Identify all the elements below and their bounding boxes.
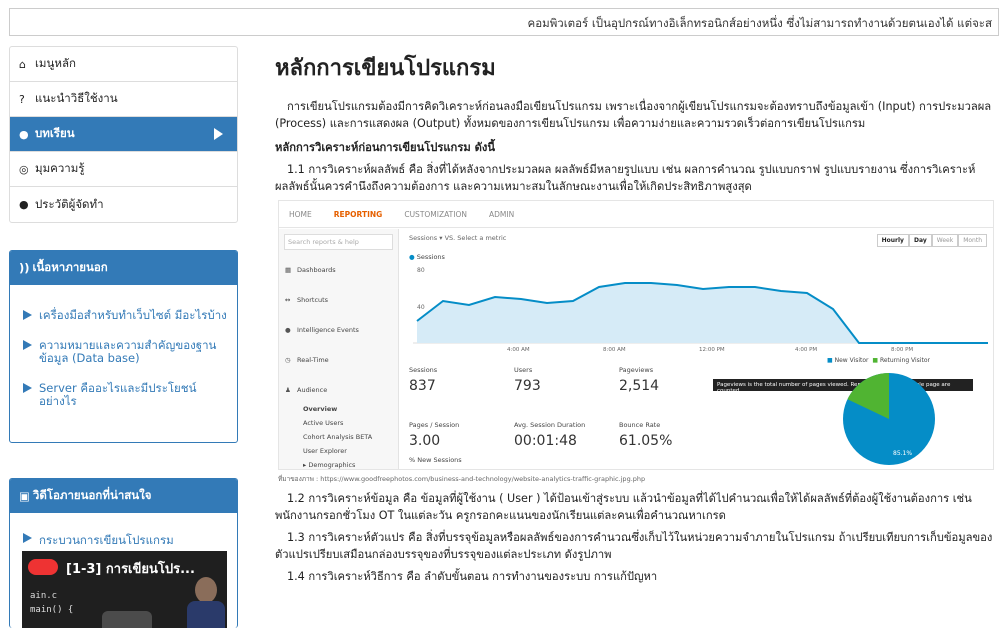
sidebar-item-knowledge[interactable]: ◎ มุมความรู้ bbox=[10, 152, 237, 187]
user-icon: ● bbox=[19, 127, 29, 141]
metric-users: Users 793 bbox=[514, 366, 541, 394]
external-link-label: เครื่องมือสำหรับทำเว็บไซต์ มีอะไรบ้าง bbox=[39, 308, 227, 322]
analytics-side-item: ↔ Shortcuts bbox=[285, 296, 329, 304]
y-tick: 80 bbox=[417, 267, 425, 274]
panel-header: ▣ วิดีโอภายนอกที่น่าสนใจ bbox=[10, 479, 237, 513]
home-icon: ⌂ bbox=[19, 57, 26, 71]
analytics-side-item: ◷ Real-Time bbox=[285, 356, 329, 364]
analytics-side-item: ♟ Audience bbox=[285, 386, 328, 394]
analytics-side-item: ● Intelligence Events bbox=[285, 326, 359, 334]
presenter-avatar bbox=[195, 577, 217, 603]
sidebar-item-label: มุมความรู้ bbox=[35, 161, 85, 175]
x-tick: 8:00 PM bbox=[891, 347, 913, 353]
paragraph-1-2: 1.2 การวิเคราะห์ข้อมูล คือ ข้อมูลที่ผู้ใ… bbox=[275, 492, 972, 522]
tab-admin: ADMIN bbox=[488, 209, 515, 219]
question-circle-icon: ? bbox=[19, 92, 25, 106]
video-title: [1-3] การเขียนโปร... bbox=[66, 562, 195, 577]
analytics-screenshot: HOME REPORTING CUSTOMIZATION ADMIN Searc… bbox=[278, 200, 994, 470]
sessions-line-chart: 80 40 4:00 AM 8:00 AM 12:00 PM 4:00 PM 8… bbox=[413, 267, 988, 353]
analytics-sub-item: Overview bbox=[303, 405, 338, 413]
user-icon: ● bbox=[19, 198, 29, 211]
paragraph-1-1: 1.1 การวิเคราะห์ผลลัพธ์ คือ สิ่งที่ได้หล… bbox=[275, 163, 976, 193]
video-link[interactable]: กระบวนการเขียนโปรแกรม bbox=[22, 532, 227, 550]
tab-customization: CUSTOMIZATION bbox=[404, 209, 467, 219]
pie-legend: ■ New Visitor ■ Returning Visitor bbox=[827, 357, 930, 364]
metric-pageviews: Pageviews 2,514 bbox=[619, 366, 660, 394]
videos-panel: ▣ วิดีโอภายนอกที่น่าสนใจ กระบวนการเขียนโ… bbox=[9, 478, 238, 628]
triangle-right-icon bbox=[23, 340, 32, 350]
page-title: หลักการเขียนโปรแกรม bbox=[275, 56, 496, 81]
analytics-search: Search reports & help bbox=[284, 234, 393, 250]
presenter-body bbox=[187, 601, 225, 628]
metric-bounce-rate: Bounce Rate 61.05% bbox=[619, 421, 673, 449]
triangle-right-icon bbox=[23, 383, 32, 393]
main-content: หลักการเขียนโปรแกรม การเขียนโปรแกรมต้องม… bbox=[275, 50, 995, 195]
analytics-side-item: ▦ Dashboards bbox=[285, 266, 336, 274]
metric-avg-duration: Avg. Session Duration 00:01:48 bbox=[514, 421, 586, 449]
analytics-sub-item: User Explorer bbox=[303, 447, 347, 455]
target-icon: ◎ bbox=[19, 162, 29, 176]
sidebar-item-home[interactable]: ⌂ เมนูหลัก bbox=[10, 47, 237, 82]
external-content-panel: )) เนื้อหาภายนอก เครื่องมือสำหรับทำเว็บไ… bbox=[9, 250, 238, 443]
x-tick: 12:00 PM bbox=[699, 347, 725, 353]
panel-title: เนื้อหาภายนอก bbox=[32, 260, 108, 274]
y-tick: 40 bbox=[417, 304, 425, 311]
paragraph-1-4: 1.4 การวิเคราะห์วิธีการ คือ ลำดับขั้นตอน… bbox=[287, 570, 658, 583]
line-legend: ● Sessions bbox=[409, 253, 445, 261]
sessions-area bbox=[417, 283, 988, 343]
sidebar-item-lessons[interactable]: ● บทเรียน bbox=[10, 117, 237, 152]
metric-pages-per-session: Pages / Session 3.00 bbox=[409, 421, 460, 449]
sidebar-item-label: ประวัติผู้จัดทำ bbox=[35, 196, 104, 211]
tab-home: HOME bbox=[289, 209, 312, 219]
panel-header: )) เนื้อหาภายนอก bbox=[10, 251, 237, 285]
analytics-sub-item: Cohort Analysis BETA bbox=[303, 433, 373, 441]
granularity-buttons: Hourly Day Week Month bbox=[876, 234, 987, 247]
chevron-right-icon bbox=[214, 128, 223, 140]
section-subheading: หลักการวิเคราะห์ก่อนการเขียนโปรแกรม ดังน… bbox=[275, 141, 495, 154]
image-caption: ที่มาของภาพ : https://www.goodfreephotos… bbox=[278, 475, 646, 483]
external-link[interactable]: เครื่องมือสำหรับทำเว็บไซต์ มีอะไรบ้าง bbox=[22, 309, 227, 322]
analytics-sub-item: ▸ Demographics bbox=[303, 461, 356, 469]
pie-label: 85.1% bbox=[893, 450, 912, 457]
analytics-sub-item: Active Users bbox=[303, 419, 344, 427]
main-content-lower: 1.2 การวิเคราะห์ข้อมูล คือ ข้อมูลที่ผู้ใ… bbox=[275, 490, 995, 585]
intro-paragraph: การเขียนโปรแกรมต้องมีการคิดวิเคราะห์ก่อน… bbox=[275, 100, 992, 130]
sidebar-item-label: บทเรียน bbox=[35, 126, 75, 140]
sidebar-item-guide[interactable]: ? แนะนำวิธีใช้งาน bbox=[10, 82, 237, 117]
visitor-pie-chart: 85.1% bbox=[843, 373, 935, 465]
video-icon: ▣ bbox=[19, 489, 30, 503]
external-link[interactable]: ความหมายและความสำคัญของฐานข้อมูล (Data b… bbox=[22, 339, 227, 365]
paragraph-1-3: 1.3 การวิเคราะห์ตัวแปร คือ สิ่งที่บรรจุข… bbox=[275, 531, 993, 561]
panel-title: วิดีโอภายนอกที่น่าสนใจ bbox=[32, 488, 152, 502]
x-tick: 4:00 AM bbox=[507, 347, 530, 353]
video-thumbnail[interactable]: [1-3] การเขียนโปร... ain.c main() { bbox=[22, 551, 227, 628]
video-link-label: กระบวนการเขียนโปรแกรม bbox=[39, 533, 174, 547]
play-button[interactable] bbox=[102, 611, 152, 628]
metric-selector: Sessions ▾ VS. Select a metric bbox=[409, 234, 507, 242]
metric-new-sessions: % New Sessions bbox=[409, 456, 462, 464]
rss-icon: )) bbox=[19, 261, 30, 275]
external-link-label: ความหมายและความสำคัญของฐานข้อมูล (Data b… bbox=[39, 338, 217, 365]
x-tick: 8:00 AM bbox=[603, 347, 626, 353]
tab-reporting: REPORTING bbox=[333, 209, 383, 219]
x-tick: 4:00 PM bbox=[795, 347, 817, 353]
external-link-label: Server คืออะไรและมีประโยชน์อย่างไร bbox=[39, 381, 197, 408]
channel-logo bbox=[28, 559, 58, 575]
marquee-text: คอมพิวเตอร์ เป็นอุปกรณ์ทางอิเล็กทรอนิกส์… bbox=[527, 16, 992, 30]
sidebar-nav: ⌂ เมนูหลัก ? แนะนำวิธีใช้งาน ● บทเรียน ◎… bbox=[9, 46, 238, 223]
sidebar-item-label: แนะนำวิธีใช้งาน bbox=[35, 91, 118, 105]
marquee-banner: คอมพิวเตอร์ เป็นอุปกรณ์ทางอิเล็กทรอนิกส์… bbox=[9, 8, 999, 36]
analytics-top-tabs: HOME REPORTING CUSTOMIZATION ADMIN bbox=[279, 201, 993, 228]
analytics-sidebar: Search reports & help ▦ Dashboards ↔ Short… bbox=[279, 229, 399, 469]
triangle-right-icon bbox=[23, 310, 32, 320]
code-snippet: ain.c main() { bbox=[30, 591, 74, 615]
triangle-right-icon bbox=[23, 533, 32, 543]
metric-sessions: Sessions 837 bbox=[409, 366, 438, 394]
sidebar-item-author[interactable]: ● ประวัติผู้จัดทำ bbox=[10, 187, 237, 222]
sidebar-item-label: เมนูหลัก bbox=[35, 56, 76, 70]
external-link[interactable]: Server คืออะไรและมีประโยชน์อย่างไร bbox=[22, 382, 227, 408]
